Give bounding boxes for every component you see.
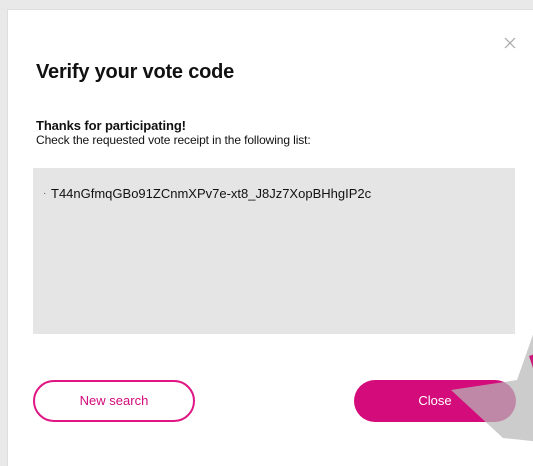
verify-vote-dialog: Verify your vote code Thanks for partici… — [8, 10, 533, 466]
receipt-list: · T44nGfmqGBo91ZCnmXPv7e-xt8_J8Jz7XopBHh… — [33, 168, 515, 334]
participation-heading: Thanks for participating! — [36, 118, 186, 133]
close-icon — [504, 37, 516, 49]
participation-instructions: Check the requested vote receipt in the … — [36, 133, 311, 147]
close-button[interactable]: Close — [354, 380, 516, 422]
dialog-title: Verify your vote code — [36, 61, 235, 83]
vote-receipt-code: T44nGfmqGBo91ZCnmXPv7e-xt8_J8Jz7XopBHhgI… — [51, 186, 372, 201]
participation-message: Thanks for participating! Check the requ… — [36, 118, 506, 147]
dot-icon: · — [43, 188, 47, 199]
new-search-button[interactable]: New search — [33, 380, 195, 422]
screen: Verify your vote code Thanks for partici… — [0, 0, 533, 466]
dialog-close-button[interactable] — [501, 34, 519, 52]
receipt-list-item: · T44nGfmqGBo91ZCnmXPv7e-xt8_J8Jz7XopBHh… — [43, 186, 515, 202]
